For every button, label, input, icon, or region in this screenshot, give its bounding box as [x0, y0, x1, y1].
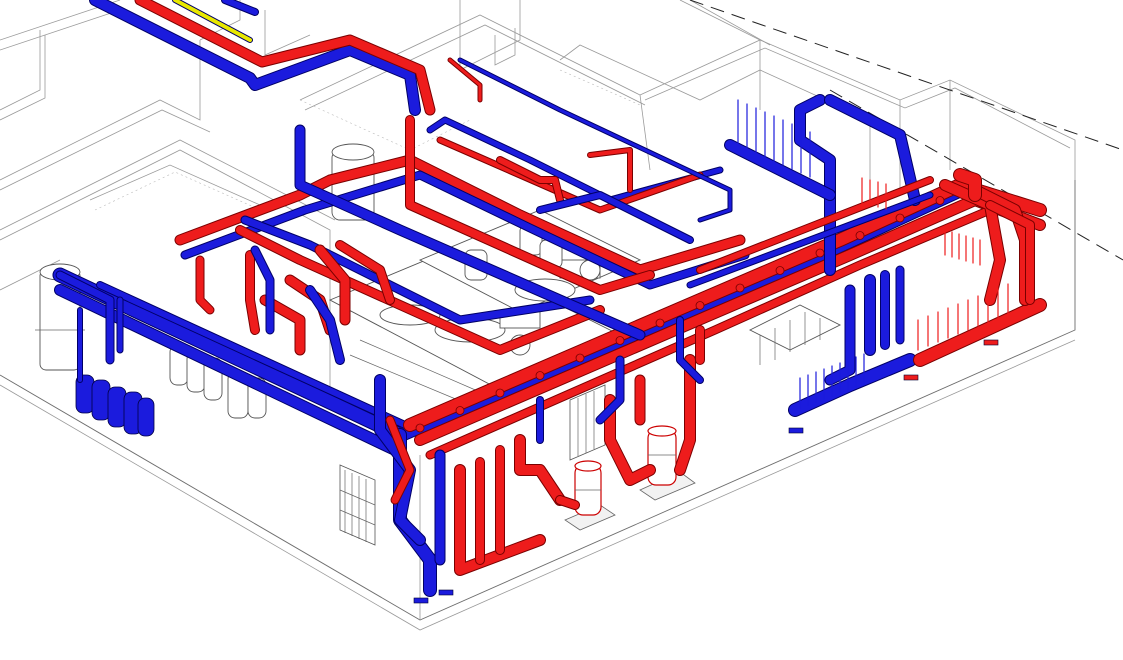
plate-heat-exchanger-front: [339, 464, 376, 546]
pipe-support-1: [413, 597, 429, 604]
hot-header-flange-4: [535, 371, 545, 380]
expansion-tank-2: [91, 379, 111, 421]
circulation-pump-1: [564, 460, 616, 531]
right-wall-top-2: [644, 47, 1071, 149]
hot-vertical-loop: [587, 147, 633, 193]
hot-pump1-loop: [514, 434, 566, 506]
upper-right-wall: [679, 0, 761, 41]
cold-hx-loop: [374, 374, 426, 546]
pipe-support-4: [903, 374, 919, 381]
hot-header-flange-3: [495, 388, 505, 398]
hot-header-flange-9: [735, 283, 745, 293]
blue-expansion-tanks: [75, 374, 155, 437]
hot-header-flange-12: [855, 231, 865, 240]
cold-right-loop-2: [824, 94, 921, 206]
left-partition-2: [0, 109, 211, 191]
hot-header-flange-7: [655, 318, 665, 328]
hot-header-flange-6: [615, 336, 625, 345]
hot-header-flange-10: [775, 266, 785, 275]
hot-header-flange-13: [895, 213, 905, 223]
pipe-support-2: [438, 589, 454, 596]
hot-header-flange-11: [815, 248, 825, 258]
upper-left-wall-2: [0, 9, 121, 51]
hot-branch-left-2: [245, 250, 260, 335]
upper-left-room: [0, 30, 41, 111]
mechanical-room-3d-view: [0, 0, 1123, 660]
left-partition: [0, 40, 201, 181]
hot-header-flange-8: [695, 301, 705, 310]
cold-stub-top: [221, 0, 259, 16]
beam-left: [89, 164, 261, 206]
hot-branch-left: [195, 255, 215, 315]
hot-header-flange-2: [455, 406, 465, 415]
beam-left-hatch: [94, 171, 266, 213]
expansion-tank-3: [107, 386, 127, 428]
piping-network: [52, 0, 1047, 597]
pipe-support-5: [983, 339, 999, 346]
right-filter-units: [748, 304, 842, 365]
hot-header-flange-1: [415, 423, 425, 433]
hot-trunk-top: [134, 0, 436, 116]
hot-header-flange-5: [575, 353, 585, 363]
door-frame: [459, 0, 521, 71]
pipe-support-3: [788, 427, 804, 434]
upper-right-wall-2: [689, 0, 771, 46]
hot-pump2-riser-2: [674, 354, 696, 476]
grid-line-1: [689, 0, 1123, 151]
scene-canvas: [0, 0, 1123, 631]
hot-header-flange-14: [935, 196, 945, 205]
expansion-tank-5: [137, 397, 155, 437]
hot-pump1-inlet: [555, 495, 580, 510]
door: [494, 28, 516, 66]
